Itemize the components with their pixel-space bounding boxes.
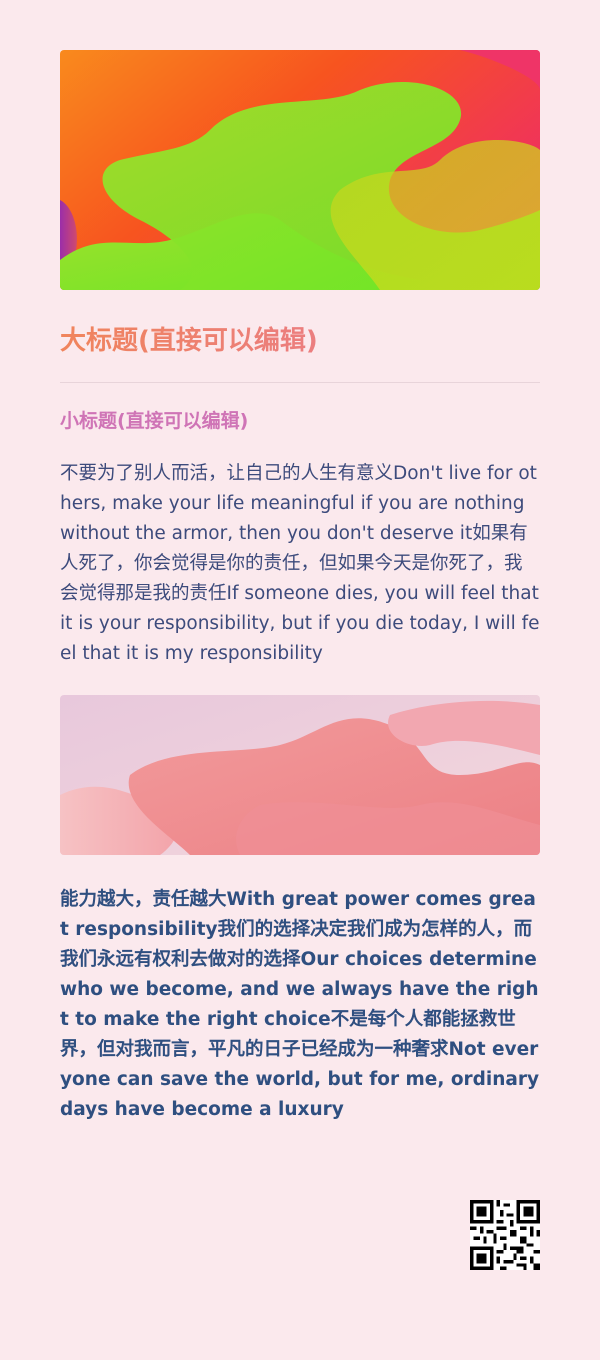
body-paragraph-1: 不要为了别人而活，让自己的人生有意义Don't live for others,…: [60, 463, 540, 664]
qr-code-icon[interactable]: [470, 1200, 540, 1270]
divider: [60, 382, 540, 383]
secondary-image: [60, 695, 540, 855]
body-paragraph-2: 能力越大，责任越大With great power comes great re…: [60, 889, 540, 1120]
article-page: 大标题(直接可以编辑) 小标题(直接可以编辑) 不要为了别人而活，让自己的人生有…: [60, 50, 540, 1125]
hero-image: [60, 50, 540, 290]
sub-title: 小标题(直接可以编辑): [60, 410, 249, 432]
main-title: 大标题(直接可以编辑): [60, 324, 540, 358]
